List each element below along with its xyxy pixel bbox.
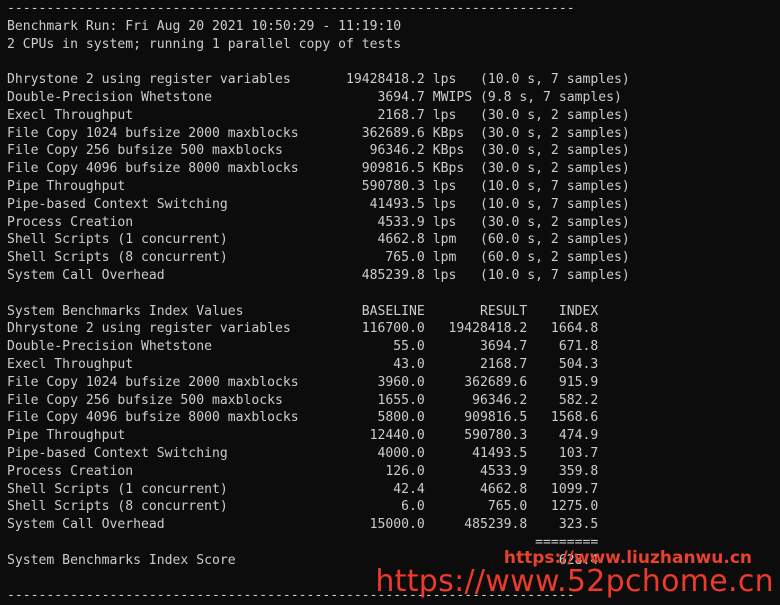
- result-row: Pipe Throughput 590780.3 lps (10.0 s, 7 …: [7, 178, 630, 194]
- result-row: Double-Precision Whetstone 3694.7 MWIPS …: [7, 89, 622, 105]
- result-row: Shell Scripts (8 concurrent) 765.0 lpm (…: [7, 250, 630, 266]
- result-row: Pipe-based Context Switching 41493.5 lps…: [7, 196, 630, 212]
- score-divider: ========: [7, 534, 599, 550]
- result-row: File Copy 1024 bufsize 2000 maxblocks 36…: [7, 125, 630, 141]
- result-row: File Copy 256 bufsize 500 maxblocks 9634…: [7, 143, 630, 159]
- index-row: Shell Scripts (8 concurrent) 6.0 765.0 1…: [7, 499, 599, 515]
- index-row: File Copy 1024 bufsize 2000 maxblocks 39…: [7, 374, 599, 390]
- index-row: System Call Overhead 15000.0 485239.8 32…: [7, 517, 599, 533]
- index-score-row: System Benchmarks Index Score 628.4: [7, 552, 599, 568]
- result-row: Execl Throughput 2168.7 lps (30.0 s, 2 s…: [7, 107, 630, 123]
- index-row: Execl Throughput 43.0 2168.7 504.3: [7, 356, 599, 372]
- index-row: File Copy 256 bufsize 500 maxblocks 1655…: [7, 392, 599, 408]
- result-row: Process Creation 4533.9 lps (30.0 s, 2 s…: [7, 214, 630, 230]
- index-row: Pipe-based Context Switching 4000.0 4149…: [7, 445, 599, 461]
- index-row: Dhrystone 2 using register variables 116…: [7, 321, 599, 337]
- index-row: Double-Precision Whetstone 55.0 3694.7 6…: [7, 339, 599, 355]
- result-row: File Copy 4096 bufsize 8000 maxblocks 90…: [7, 161, 630, 177]
- benchmark-run-line: Benchmark Run: Fri Aug 20 2021 10:50:29 …: [7, 18, 402, 34]
- index-row: Shell Scripts (1 concurrent) 42.4 4662.8…: [7, 481, 599, 497]
- index-header-row: System Benchmarks Index Values BASELINE …: [7, 303, 599, 319]
- terminal-output: ----------------------------------------…: [7, 0, 777, 603]
- index-row: Pipe Throughput 12440.0 590780.3 474.9: [7, 428, 599, 444]
- index-row: File Copy 4096 bufsize 8000 maxblocks 58…: [7, 410, 599, 426]
- result-row: Shell Scripts (1 concurrent) 4662.8 lpm …: [7, 232, 630, 248]
- cpu-info-line: 2 CPUs in system; running 1 parallel cop…: [7, 36, 402, 52]
- result-row: System Call Overhead 485239.8 lps (10.0 …: [7, 267, 630, 283]
- terminal-line: ----------------------------------------…: [7, 1, 575, 16]
- result-row: Dhrystone 2 using register variables 194…: [7, 72, 630, 88]
- terminal-line: ----------------------------------------…: [7, 588, 575, 604]
- index-row: Process Creation 126.0 4533.9 359.8: [7, 463, 599, 479]
